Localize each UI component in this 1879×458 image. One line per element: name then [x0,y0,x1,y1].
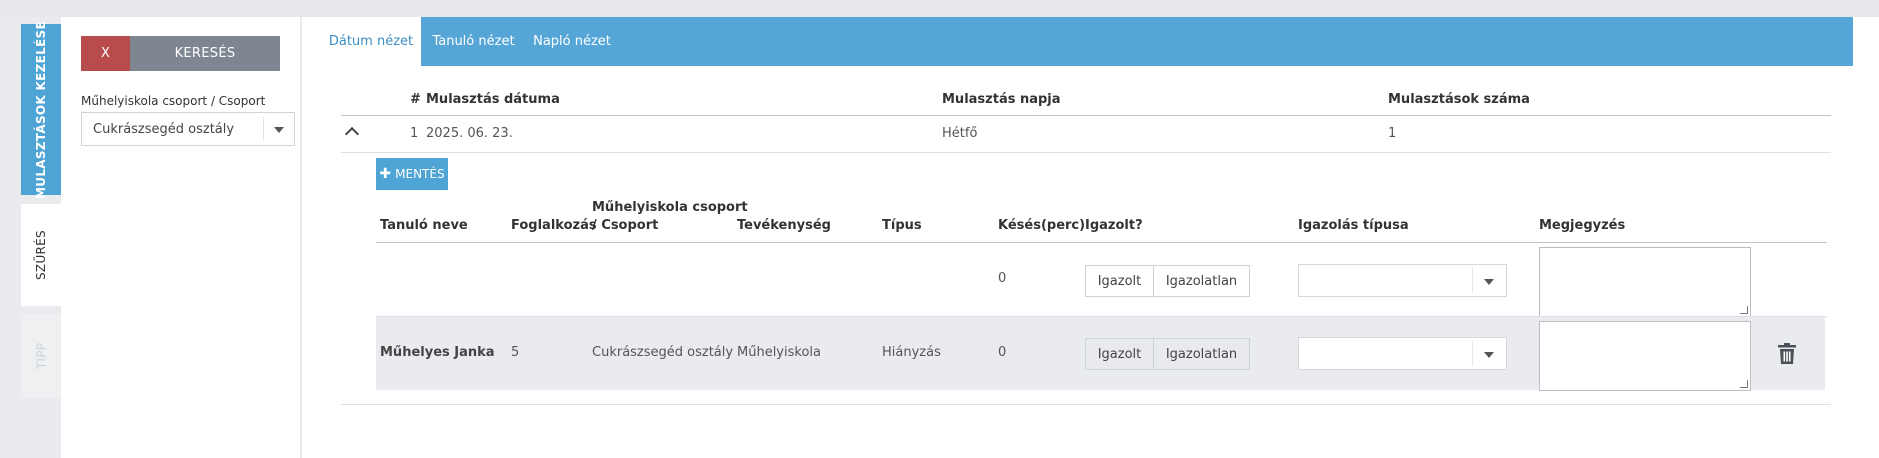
chevron-down-icon [1484,352,1494,358]
top-strip [0,0,1879,17]
select-divider [263,117,264,141]
side-tab-tip[interactable]: TIPP [21,314,61,398]
detail-header-type: Típus [882,218,922,233]
detail-header-note: Megjegyzés [1539,218,1626,233]
detail-header-student: Tanuló neve [380,218,468,233]
trash-icon[interactable] [1778,343,1796,364]
summary-date: 2025. 06. 23. [426,126,513,141]
tab-student-view[interactable]: Tanuló nézet [421,17,526,66]
detail-header-activity: Tevékenység [737,218,831,233]
search-button[interactable]: KERESÉS [130,36,280,71]
student-justified-button[interactable]: Igazolt [1085,338,1154,370]
student-group: Cukrászsegéd osztály [592,345,734,360]
col-header-num: # [410,92,421,107]
student-justified-toggle: Igazolt Igazolatlan [1085,338,1250,370]
student-late: 0 [998,345,1007,360]
save-button-label: MENTÉS [395,167,445,181]
row-divider [341,152,1831,153]
detail-header-divider [376,242,1827,243]
bulk-justified-toggle: Igazolt Igazolatlan [1085,265,1250,297]
clear-filter-button[interactable]: X [81,36,130,71]
bulk-justification-type-select[interactable] [1298,264,1507,297]
student-activity: Műhelyiskola [737,345,821,360]
select-divider [1472,268,1473,293]
student-name: Műhelyes Janka [380,345,495,360]
plus-icon: ✚ [379,166,392,182]
summary-num: 1 [410,126,419,141]
resize-handle[interactable] [1740,380,1748,388]
detail-header-justified: Igazolt? [1085,218,1143,233]
bulk-justified-button[interactable]: Igazolt [1085,265,1154,297]
table-bottom-divider [341,404,1831,405]
group-filter-label: Műhelyiskola csoport / Csoport [81,94,266,108]
bulk-unjustified-button[interactable]: Igazolatlan [1154,265,1250,297]
student-justification-type-select[interactable] [1298,337,1507,370]
tab-date-view[interactable]: Dátum nézet [321,17,421,66]
resize-handle[interactable] [1740,306,1748,314]
col-header-day[interactable]: Mulasztás napja [942,92,1061,107]
chevron-down-icon [274,127,284,133]
detail-header-group-line2: / Csoport [592,218,659,233]
detail-header-justification-type: Igazolás típusa [1298,218,1409,233]
group-filter-select[interactable]: Cukrászsegéd osztály [81,112,295,146]
main-panel: Dátum nézet Tanuló nézet Napló nézet # M… [302,17,1879,458]
chevron-down-icon [1484,279,1494,285]
student-lesson: 5 [511,345,520,360]
summary-count: 1 [1388,126,1397,141]
side-tab-management-label: MULASZTÁSOK KEZELÉSE [34,20,48,199]
side-tab-filter[interactable]: SZŰRÉS [21,204,61,306]
chevron-up-icon[interactable] [344,126,360,142]
tab-diary-view[interactable]: Napló nézet [526,17,618,66]
save-button[interactable]: ✚ MENTÉS [376,158,448,190]
view-tabbar: Dátum nézet Tanuló nézet Napló nézet [321,17,1853,66]
detail-header-group-line1: Műhelyiskola csoport [592,200,748,215]
student-note-textarea[interactable] [1539,321,1751,391]
col-header-date[interactable]: Mulasztás dátuma [426,92,560,107]
detail-header-lesson: Foglalkozás [511,218,597,233]
bulk-note-textarea[interactable] [1539,247,1751,317]
group-filter-value: Cukrászsegéd osztály [93,121,235,137]
student-type: Hiányzás [882,345,941,360]
side-tab-filter-label: SZŰRÉS [34,230,48,280]
select-divider [1472,341,1473,366]
side-tab-management[interactable]: MULASZTÁSOK KEZELÉSE [21,21,61,198]
summary-day: Hétfő [942,126,978,141]
detail-header-late: Késés(perc) [998,218,1086,233]
student-unjustified-button[interactable]: Igazolatlan [1154,338,1250,370]
filter-panel: X KERESÉS Műhelyiskola csoport / Csoport… [61,17,300,458]
bulk-late: 0 [998,271,1007,286]
col-header-count[interactable]: Mulasztások száma [1388,92,1530,107]
header-divider [341,115,1831,116]
side-tab-tip-label: TIPP [33,342,48,370]
